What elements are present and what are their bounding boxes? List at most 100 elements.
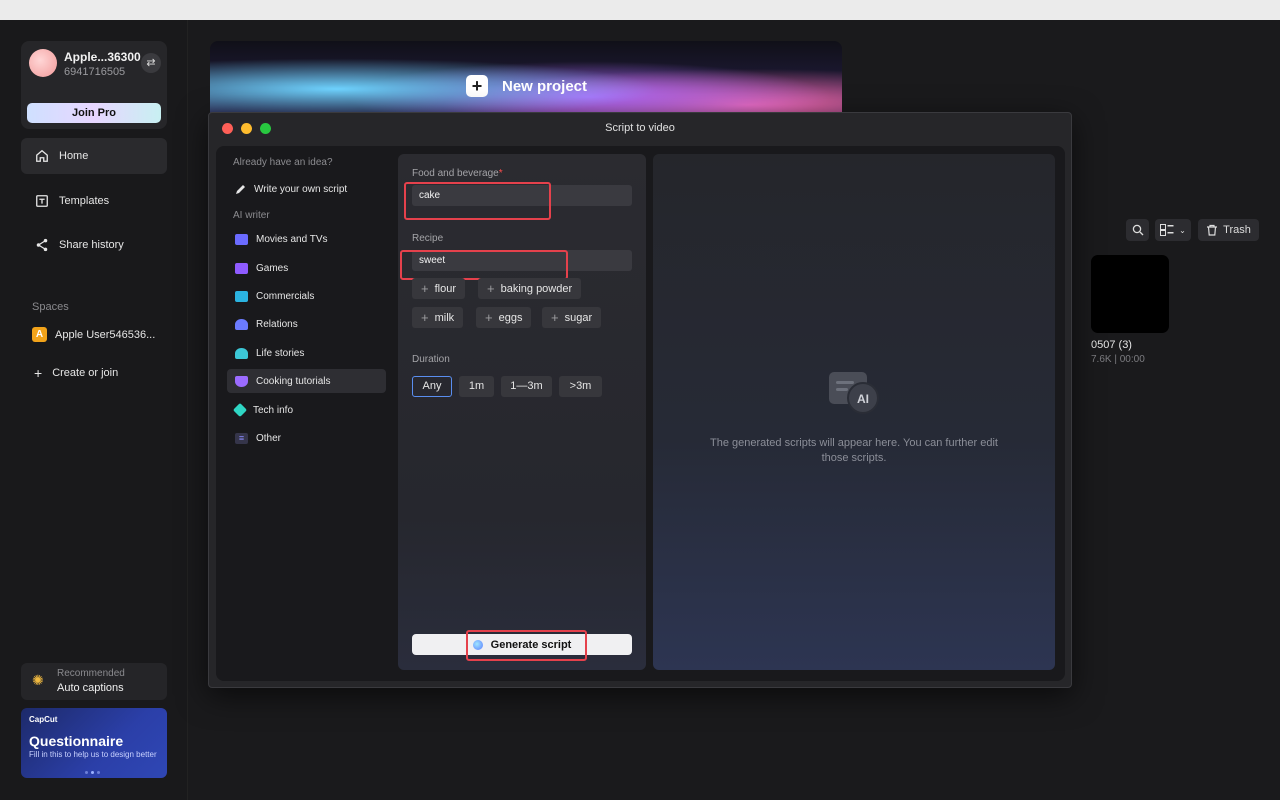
profile-name: Apple...36300 (64, 50, 141, 64)
plus-icon: + (421, 310, 429, 325)
people-icon (235, 318, 248, 330)
category-games[interactable]: Games (227, 256, 386, 280)
plus-icon: + (551, 310, 559, 325)
dialog-titlebar[interactable]: Script to video (209, 113, 1071, 143)
required-mark: * (498, 168, 503, 179)
nav-home-label: Home (59, 150, 89, 162)
nav-templates[interactable]: Templates (21, 183, 167, 219)
category-movies[interactable]: Movies and TVs (227, 227, 386, 251)
trash-label: Trash (1223, 224, 1251, 236)
project-thumbnail[interactable] (1091, 255, 1169, 333)
category-label: Cooking tutorials (256, 375, 331, 387)
project-name[interactable]: 0507 (3) (1091, 339, 1132, 351)
trash-button[interactable]: Trash (1198, 219, 1259, 241)
dialog-body: Already have an idea? Write your own scr… (216, 146, 1065, 681)
highlight-box (404, 182, 551, 220)
script-result-panel: AI The generated scripts will appear her… (653, 154, 1055, 670)
svg-text:AI: AI (857, 392, 869, 406)
space-name: Apple User546536... (55, 328, 156, 341)
nav-share-label: Share history (59, 239, 124, 251)
bulb-icon: ✺ (32, 672, 44, 688)
new-project-banner[interactable]: + New project (210, 41, 842, 121)
category-tech[interactable]: Tech info (227, 398, 386, 422)
cup-icon (235, 375, 248, 387)
duration-option-any[interactable]: Any (412, 376, 452, 397)
ingredient-chip[interactable]: + milk (412, 307, 464, 328)
ingredient-chip[interactable]: + flour (412, 278, 465, 299)
category-cooking[interactable]: Cooking tutorials (227, 369, 386, 393)
category-label: Commercials (256, 290, 315, 302)
search-button[interactable] (1126, 219, 1149, 241)
category-label: Life stories (256, 347, 305, 359)
sidebar: Apple...36300 6941716505 ⇄ Join Pro Home… (0, 20, 188, 800)
create-or-join-button[interactable]: + Create or join (34, 365, 118, 381)
recommended-title: Auto captions (57, 682, 124, 694)
search-icon (1132, 224, 1143, 236)
profile-card[interactable]: Apple...36300 6941716505 ⇄ Join Pro (21, 41, 167, 129)
gamepad-icon (235, 262, 248, 274)
category-commercials[interactable]: Commercials (227, 284, 386, 308)
nav-templates-label: Templates (59, 195, 110, 207)
result-placeholder: The generated scripts will appear here. … (709, 437, 998, 464)
profile-id: 6941716505 (64, 66, 126, 78)
switch-account-icon[interactable]: ⇄ (141, 53, 161, 73)
text-icon: ≡ (235, 432, 248, 444)
share-icon (36, 238, 48, 252)
category-label: Other (256, 432, 282, 444)
view-mode-dropdown[interactable]: ⌄ (1155, 219, 1191, 241)
category-life-stories[interactable]: Life stories (227, 341, 386, 365)
script-form: Food and beverage* cake Recipe sweet + fl… (398, 154, 646, 670)
plus-icon: + (466, 75, 488, 97)
duration-label: Duration (412, 354, 450, 365)
create-label: Create or join (52, 367, 119, 379)
ingredient-chip[interactable]: + sugar (542, 307, 602, 328)
highlight-box (400, 250, 568, 280)
recommended-label: Recommended (57, 668, 125, 679)
space-item[interactable]: A Apple User546536... (32, 327, 155, 342)
carousel-dots[interactable] (85, 771, 100, 774)
dialog-title: Script to video (605, 122, 675, 134)
nav-home[interactable]: Home (21, 138, 167, 174)
top-system-bar (0, 0, 1280, 20)
category-label: Movies and TVs (256, 233, 328, 245)
category-label: Tech info (253, 404, 294, 416)
duration-option-over-3m[interactable]: >3m (559, 376, 602, 397)
plus-icon: + (421, 281, 429, 296)
chevron-down-icon: ⌄ (1179, 225, 1186, 235)
new-project-label: New project (502, 77, 588, 95)
duration-option-1m[interactable]: 1m (459, 376, 494, 397)
plus-icon: + (487, 281, 495, 296)
food-label: Food and beverage* (412, 168, 503, 179)
plus-icon: + (34, 365, 43, 381)
write-own-script-item[interactable]: Write your own script (227, 177, 386, 201)
questionnaire-banner[interactable]: CapCut Questionnaire Fill in this to hel… (21, 708, 167, 778)
recommended-card[interactable]: ✺ Recommended Auto captions (21, 663, 167, 700)
home-icon (36, 149, 48, 162)
templates-icon (36, 195, 48, 207)
category-relations[interactable]: Relations (227, 312, 386, 336)
write-own-label: Write your own script (254, 183, 348, 195)
ai-script-icon: AI (829, 372, 879, 414)
questionnaire-subtitle: Fill in this to help us to design better (29, 750, 157, 759)
space-badge: A (32, 327, 47, 342)
project-meta: 7.6K | 00:00 (1091, 354, 1145, 365)
capcut-logo: CapCut (29, 715, 58, 724)
questionnaire-title: Questionnaire (29, 733, 124, 749)
ingredient-chip[interactable]: + eggs (476, 307, 532, 328)
highlight-box (466, 630, 587, 661)
ai-writer-label: AI writer (233, 210, 270, 221)
idea-header: Already have an idea? (233, 157, 333, 168)
avatar[interactable] (29, 49, 57, 77)
pencil-icon (236, 184, 245, 194)
nav-share-history[interactable]: Share history (21, 227, 167, 263)
join-pro-button[interactable]: Join Pro (27, 103, 161, 123)
category-label: Games (256, 262, 289, 274)
recipe-label: Recipe (412, 233, 444, 244)
category-other[interactable]: ≡ Other (227, 426, 386, 450)
spaces-label: Spaces (32, 301, 69, 313)
ingredient-chip[interactable]: + baking powder (478, 278, 582, 299)
trash-icon (1207, 224, 1218, 236)
duration-option-1-3m[interactable]: 1—3m (501, 376, 552, 397)
plus-icon: + (485, 310, 493, 325)
rocket-icon (232, 402, 248, 418)
